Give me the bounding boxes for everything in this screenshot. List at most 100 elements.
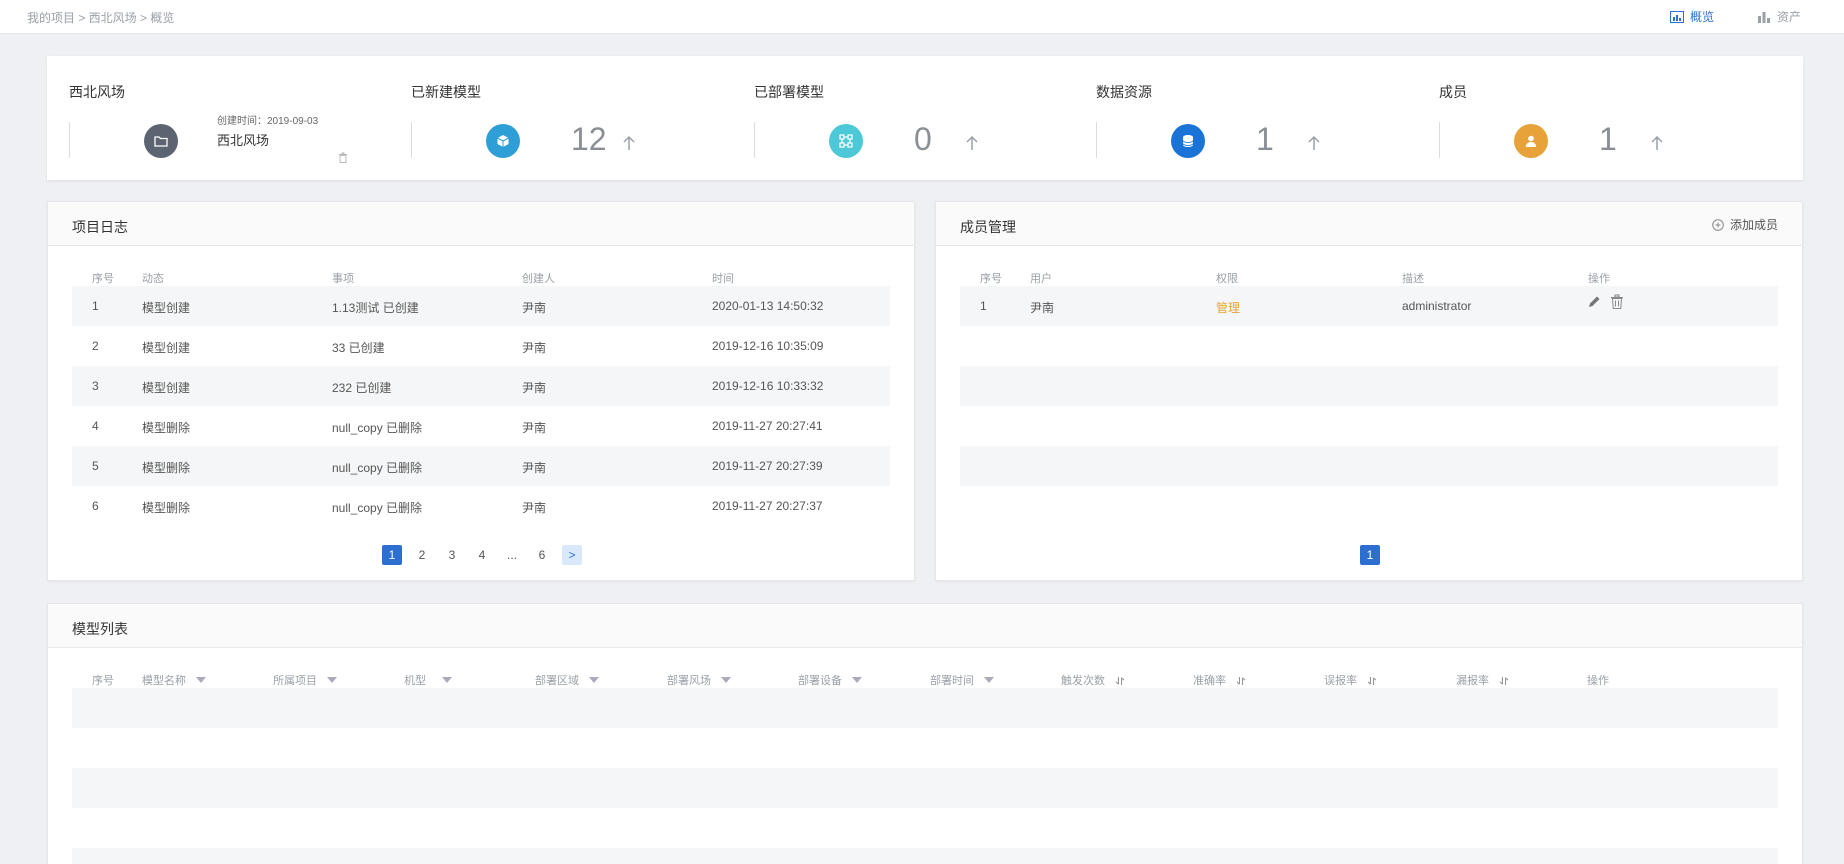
table-row-empty: [72, 808, 1778, 848]
stat-value: 0: [914, 121, 932, 157]
divider: [411, 122, 412, 158]
filter-icon: [196, 677, 206, 684]
cell-index: 1: [980, 299, 987, 313]
stat-title: 成员: [1439, 84, 1467, 100]
table-row[interactable]: 5 模型删除 null_copy 已删除 尹南 2019-11-27 20:27…: [72, 446, 890, 486]
project-created: 创建时间：2019-09-03: [217, 116, 319, 127]
table-row[interactable]: 6 模型删除 null_copy 已删除 尹南 2019-11-27 20:27…: [72, 486, 890, 526]
page-1[interactable]: 1: [382, 545, 402, 565]
divider: [69, 122, 70, 158]
column-header: 描述: [1402, 273, 1424, 285]
table-row-empty: [960, 326, 1778, 366]
trash-icon[interactable]: [1610, 294, 1624, 310]
project-name: 西北风场: [217, 133, 270, 148]
column-header-label: 部署区域: [535, 675, 579, 687]
cell-user: 尹南: [1030, 301, 1055, 315]
stat-title: 已部署模型: [754, 84, 824, 100]
divider: [1096, 122, 1097, 158]
filter-icon: [721, 677, 731, 684]
column-header: 用户: [1030, 273, 1052, 285]
table-row[interactable]: 1 尹南 管理 administrator: [960, 286, 1778, 326]
column-header-filter[interactable]: 所属项目: [273, 672, 337, 688]
cell-time: 2019-12-16 10:33:32: [712, 379, 824, 393]
top-bar: 我的项目 > 西北风场 > 概览 概览 资产: [0, 0, 1844, 34]
network-icon: [829, 124, 863, 158]
breadcrumb[interactable]: 我的项目 > 西北风场 > 概览: [27, 9, 174, 26]
cell-action: 模型创建: [142, 301, 191, 315]
next-page-button[interactable]: >: [562, 545, 582, 565]
table-row[interactable]: 2 模型创建 33 已创建 尹南 2019-12-16 10:35:09: [72, 326, 890, 366]
cell-index: 5: [92, 459, 99, 473]
add-member-label: 添加成员: [1729, 218, 1778, 232]
cell-item: 1.13测试 已创建: [332, 301, 419, 315]
folder-icon: [144, 124, 178, 158]
stat-value: 1: [1599, 121, 1617, 157]
stat-models-deployed: 已部署模型 0: [732, 56, 1074, 180]
stat-title: 数据资源: [1096, 84, 1152, 100]
page-1[interactable]: 1: [1360, 545, 1380, 565]
column-header-filter[interactable]: 部署设备: [798, 672, 862, 688]
nav-assets[interactable]: 资产: [1757, 8, 1801, 25]
add-member-button[interactable]: 添加成员: [1712, 216, 1778, 233]
column-header-filter[interactable]: 部署时间: [930, 672, 994, 688]
divider: [1439, 122, 1440, 158]
arrow-up-icon: [623, 135, 635, 150]
column-header-sort[interactable]: 误报率: [1324, 672, 1377, 688]
member-management-panel: 成员管理 添加成员 序号 用户 权限 描述 操作 1 尹南 管理 adminis…: [935, 201, 1803, 581]
table-row-empty: [960, 446, 1778, 486]
column-header: 时间: [712, 273, 734, 285]
page-4[interactable]: 4: [472, 545, 492, 565]
column-header-label: 误报率: [1324, 675, 1357, 687]
cell-time: 2019-11-27 20:27:39: [712, 459, 823, 473]
page-6[interactable]: 6: [532, 545, 552, 565]
filter-icon: [984, 677, 994, 684]
trash-icon[interactable]: [338, 152, 348, 163]
edit-icon[interactable]: [1586, 294, 1602, 310]
column-header: 动态: [142, 273, 164, 285]
filter-icon: [327, 677, 337, 684]
cell-index: 6: [92, 499, 99, 513]
stat-value: 1: [1256, 121, 1274, 157]
cell-item: null_copy 已删除: [332, 501, 423, 515]
column-header-filter[interactable]: 模型名称: [142, 672, 206, 688]
cell-creator: 尹南: [522, 341, 547, 355]
cell-item: null_copy 已删除: [332, 461, 423, 475]
nav-overview-label: 概览: [1690, 10, 1715, 24]
table-row-empty: [72, 728, 1778, 768]
column-header-filter[interactable]: 部署风场: [667, 672, 731, 688]
column-header-sort[interactable]: 漏报率: [1456, 672, 1509, 688]
page-2[interactable]: 2: [412, 545, 432, 565]
cell-time: 2019-11-27 20:27:41: [712, 419, 823, 433]
column-header: 序号: [92, 675, 114, 687]
cell-time: 2019-12-16 10:35:09: [712, 339, 824, 353]
project-title: 西北风场: [69, 84, 125, 100]
cube-icon: [486, 124, 520, 158]
table-row-empty: [960, 366, 1778, 406]
column-header-filter[interactable]: 部署区域: [535, 672, 599, 688]
table-row[interactable]: 1 模型创建 1.13测试 已创建 尹南 2020-01-13 14:50:32: [72, 286, 890, 326]
column-header: 创建人: [522, 273, 555, 285]
column-header-label: 模型名称: [142, 675, 186, 687]
model-list-panel: 模型列表 序号 模型名称 所属项目 机型 部署区域 部署风场 部署设备 部署时间…: [47, 603, 1803, 864]
panel-title: 项目日志: [72, 219, 128, 235]
panel-header: 项目日志: [48, 202, 914, 246]
stat-members: 成员 1: [1417, 56, 1759, 180]
table-row[interactable]: 4 模型删除 null_copy 已删除 尹南 2019-11-27 20:27…: [72, 406, 890, 446]
column-header-sort[interactable]: 触发次数: [1061, 672, 1125, 688]
cell-role: 管理: [1216, 301, 1241, 315]
cell-creator: 尹南: [522, 461, 547, 475]
column-header: 操作: [1588, 273, 1610, 285]
cell-index: 3: [92, 379, 99, 393]
sort-icon: [1499, 677, 1509, 686]
row-actions: [1586, 294, 1632, 310]
bar-chart-icon: [1758, 11, 1770, 23]
page-3[interactable]: 3: [442, 545, 462, 565]
cell-action: 模型创建: [142, 341, 191, 355]
table-row-empty: [72, 848, 1778, 864]
column-header-filter[interactable]: 机型: [404, 672, 452, 688]
column-header-sort[interactable]: 准确率: [1193, 672, 1246, 688]
table-row[interactable]: 3 模型创建 232 已创建 尹南 2019-12-16 10:33:32: [72, 366, 890, 406]
nav-overview[interactable]: 概览: [1670, 8, 1714, 25]
panel-header: 模型列表: [48, 604, 1802, 648]
sort-icon: [1115, 677, 1125, 686]
